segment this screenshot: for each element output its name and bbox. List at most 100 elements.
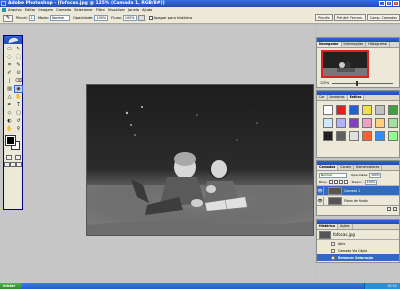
- hand-tool-icon[interactable]: ✋: [5, 125, 14, 133]
- brush-tool-icon[interactable]: ⊙: [14, 69, 23, 77]
- airbrush-icon[interactable]: [137, 15, 145, 21]
- style-swatch[interactable]: [362, 131, 372, 141]
- palette-tab-tool-presets[interactable]: Pré-def. Ferram.: [333, 14, 366, 21]
- quick-mask-icon[interactable]: [14, 155, 21, 160]
- lock-all-icon[interactable]: [343, 180, 348, 184]
- marquee-tool-icon[interactable]: ▭: [5, 45, 14, 53]
- lasso-tool-icon[interactable]: ◌: [5, 53, 14, 61]
- layer-row[interactable]: 👁 Camada 1: [317, 185, 399, 195]
- brush-size-picker[interactable]: 1: [28, 15, 35, 21]
- opacity-input[interactable]: 100%: [94, 15, 109, 21]
- style-swatch[interactable]: [349, 131, 359, 141]
- history-step[interactable]: Remover Saturação: [317, 254, 399, 261]
- blend-mode-select[interactable]: Normal: [319, 172, 347, 178]
- menu-arquivo[interactable]: Arquivo: [8, 8, 22, 12]
- style-swatch[interactable]: [323, 118, 333, 128]
- screen-mode-full-black-icon[interactable]: [16, 162, 22, 167]
- style-swatch[interactable]: [388, 105, 398, 115]
- shape-tool-icon[interactable]: ▢: [14, 109, 23, 117]
- style-swatch[interactable]: [388, 118, 398, 128]
- maximize-button[interactable]: ▫: [386, 1, 392, 6]
- title-bar[interactable]: Adobe Photoshop - [fofocas.jpg @ 125% (C…: [0, 0, 400, 7]
- menu-editar[interactable]: Editar: [25, 8, 36, 12]
- lock-position-icon[interactable]: [338, 180, 343, 184]
- fill-input[interactable]: 100%: [364, 179, 377, 185]
- layer-row[interactable]: 👁 Plano de fundo: [317, 195, 399, 205]
- document-canvas[interactable]: [86, 84, 314, 236]
- style-swatch[interactable]: [349, 118, 359, 128]
- style-swatch[interactable]: [388, 131, 398, 141]
- tab-histogram[interactable]: Histograma: [366, 42, 390, 47]
- dodge-tool-icon[interactable]: ✋: [14, 93, 23, 101]
- tab-navigator[interactable]: Navegador: [317, 42, 342, 47]
- zoom-slider[interactable]: [332, 80, 393, 86]
- tab-styles[interactable]: Estilos: [347, 95, 365, 100]
- toolbox-header[interactable]: [4, 36, 22, 44]
- brush-icon[interactable]: ✎: [3, 14, 13, 22]
- lock-paint-icon[interactable]: [333, 180, 338, 184]
- tab-color[interactable]: Cor: [317, 95, 328, 100]
- history-step[interactable]: Abrir: [317, 240, 399, 247]
- type-tool-icon[interactable]: T: [14, 101, 23, 109]
- tab-history[interactable]: Histórico: [317, 224, 339, 229]
- eyedropper-tool-icon[interactable]: ↺: [14, 117, 23, 125]
- menu-imagem[interactable]: Imagem: [38, 8, 53, 12]
- close-button[interactable]: x: [393, 1, 399, 6]
- start-button[interactable]: iniciar: [0, 283, 22, 289]
- zoom-value[interactable]: 125%: [320, 81, 329, 85]
- tab-paths[interactable]: Demarcadores: [354, 165, 383, 170]
- erase-to-history-checkbox[interactable]: [148, 16, 153, 20]
- style-swatch[interactable]: [375, 131, 385, 141]
- mode-select[interactable]: Normal: [49, 15, 70, 21]
- tab-layers[interactable]: Camadas: [317, 165, 339, 170]
- new-layer-icon[interactable]: [387, 206, 391, 211]
- standard-mode-icon[interactable]: [5, 155, 12, 160]
- layer-opacity-input[interactable]: 100%: [369, 172, 382, 178]
- style-swatch[interactable]: [349, 105, 359, 115]
- history-snapshot[interactable]: fofocas.jpg: [317, 230, 399, 240]
- palette-tab-layer-comps[interactable]: Comp. Camadas: [366, 14, 400, 21]
- pen-tool-icon[interactable]: ✒: [5, 101, 14, 109]
- notes-tool-icon[interactable]: ◐: [5, 117, 14, 125]
- tab-swatches[interactable]: Amostras: [328, 95, 348, 100]
- style-swatch[interactable]: [336, 131, 346, 141]
- slice-tool-icon[interactable]: ✎: [14, 61, 23, 69]
- crop-tool-icon[interactable]: ⌗: [5, 61, 14, 69]
- navigator-preview[interactable]: [321, 50, 369, 78]
- style-swatch[interactable]: [362, 105, 372, 115]
- style-swatch[interactable]: [336, 118, 346, 128]
- menu-janela[interactable]: Janela: [128, 8, 139, 12]
- clone-stamp-tool-icon[interactable]: ❘: [5, 77, 14, 85]
- blur-tool-icon[interactable]: △: [5, 93, 14, 101]
- document-menu-icon[interactable]: [2, 8, 6, 12]
- healing-brush-tool-icon[interactable]: ✐: [5, 69, 14, 77]
- eraser-tool-icon[interactable]: ▨: [5, 85, 14, 93]
- style-swatch[interactable]: [375, 118, 385, 128]
- menu-ajuda[interactable]: Ajuda: [142, 8, 152, 12]
- menu-camada[interactable]: Camada: [56, 8, 71, 12]
- trash-icon[interactable]: [393, 206, 397, 211]
- zoom-tool-icon[interactable]: ⚲: [14, 125, 23, 133]
- history-brush-tool-icon[interactable]: ⌫: [14, 77, 23, 85]
- tab-info[interactable]: Informações: [342, 42, 367, 47]
- photoshop-app-icon[interactable]: [1, 1, 6, 6]
- magic-wand-tool-icon[interactable]: ⬚: [14, 53, 23, 61]
- menu-visualizar[interactable]: Visualizar: [108, 8, 125, 12]
- foreground-color[interactable]: [5, 135, 16, 146]
- style-swatch[interactable]: [323, 105, 333, 115]
- style-swatch[interactable]: [323, 131, 333, 141]
- tab-actions[interactable]: Ações: [338, 224, 353, 229]
- menu-filtro[interactable]: Filtro: [96, 8, 105, 12]
- style-swatch[interactable]: [375, 105, 385, 115]
- move-tool-icon[interactable]: ↖: [14, 45, 23, 53]
- history-step[interactable]: Camada Via Cópia: [317, 247, 399, 254]
- minimize-button[interactable]: _: [379, 1, 385, 6]
- style-swatch[interactable]: [336, 105, 346, 115]
- flow-input[interactable]: 100%: [122, 15, 137, 21]
- menu-selecionar[interactable]: Selecionar: [74, 8, 93, 12]
- path-selection-tool-icon[interactable]: ◇: [5, 109, 14, 117]
- lock-transparency-icon[interactable]: [328, 180, 333, 184]
- style-swatch[interactable]: [362, 118, 372, 128]
- tab-channels[interactable]: Canais: [338, 165, 354, 170]
- palette-tab-brushes[interactable]: Pincéis: [315, 14, 333, 21]
